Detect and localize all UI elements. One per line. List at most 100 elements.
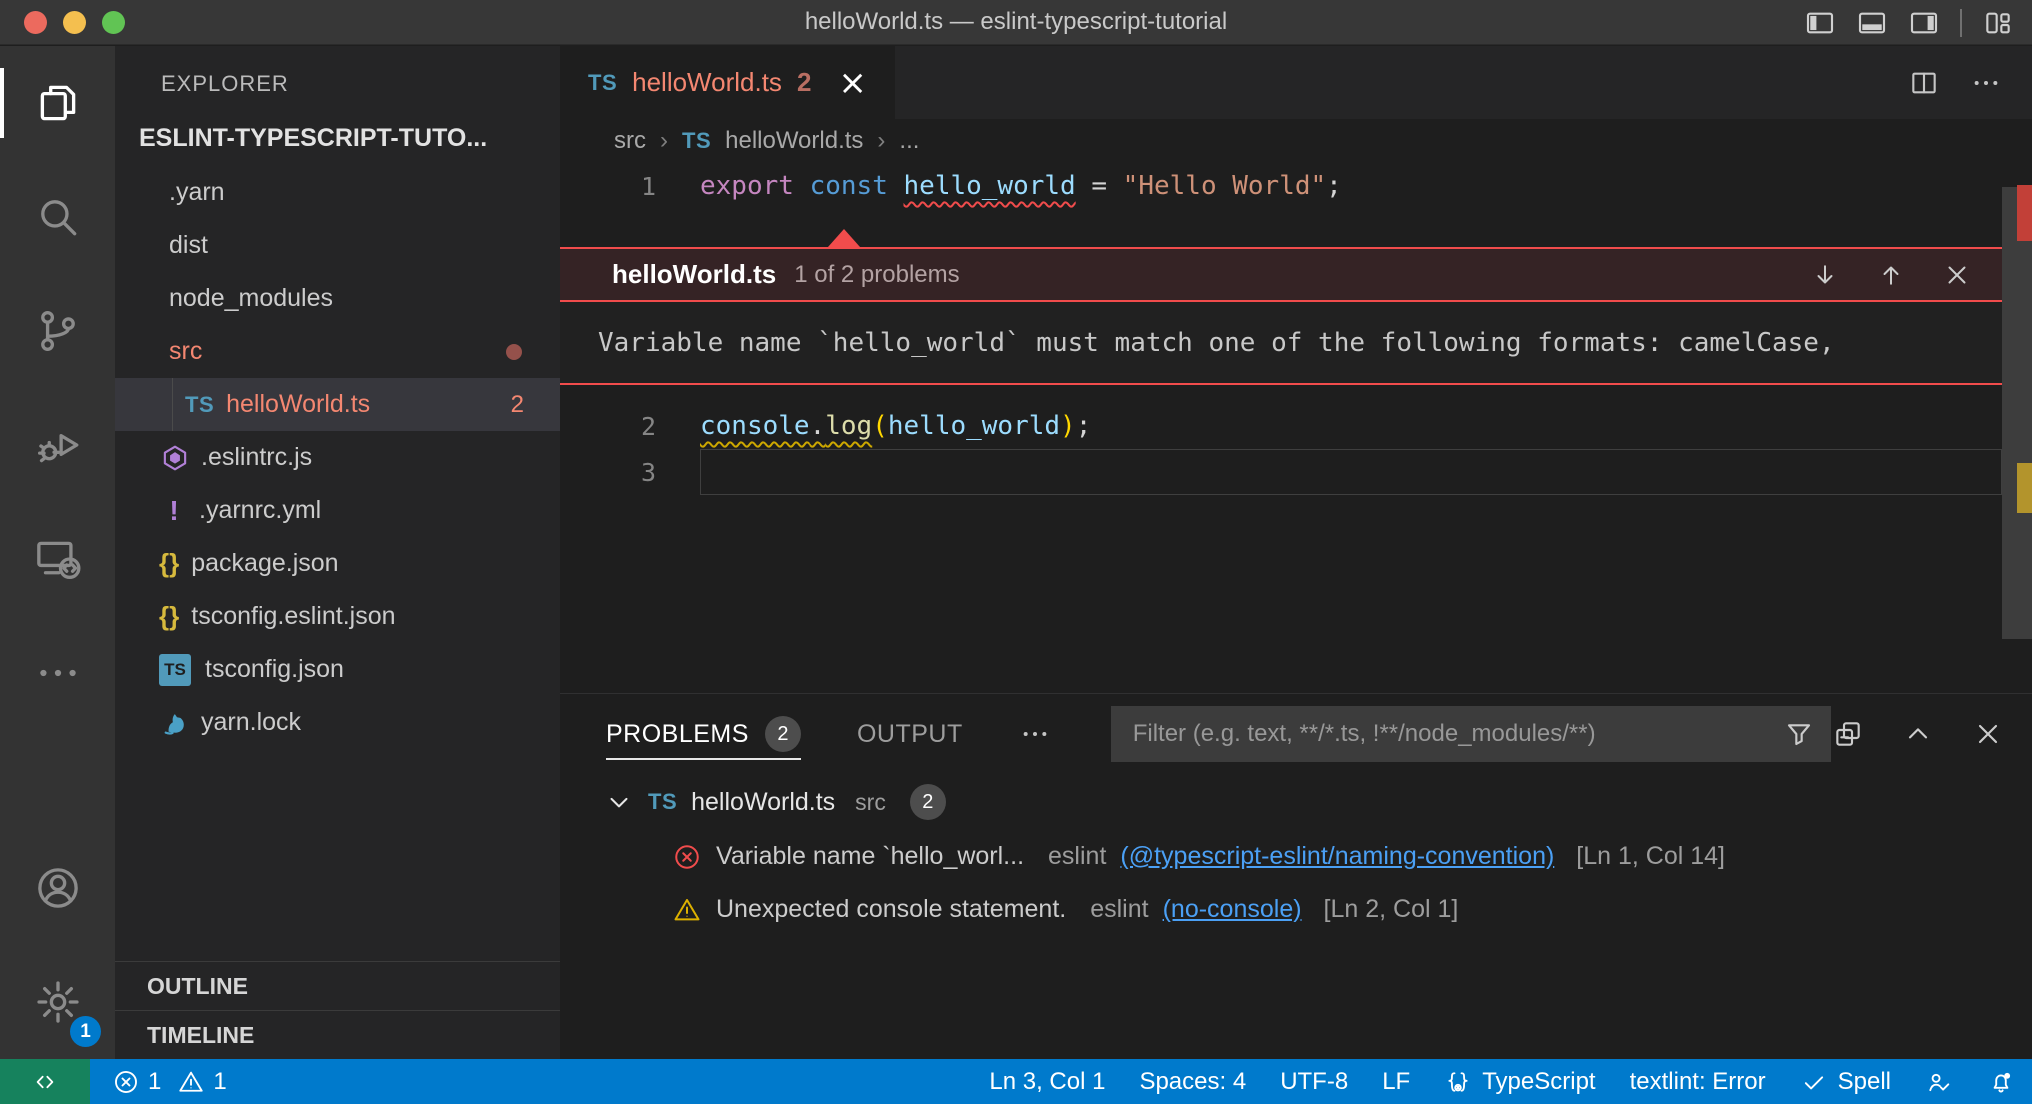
panel-more-tabs-icon[interactable]	[1019, 718, 1051, 750]
filter-icon[interactable]	[1783, 718, 1815, 750]
status-encoding[interactable]: UTF-8	[1263, 1059, 1365, 1104]
source-control-icon	[33, 306, 83, 356]
maximize-panel-icon[interactable]	[1902, 718, 1934, 750]
activity-item-accounts[interactable]	[0, 831, 115, 945]
editor-more-actions-icon[interactable]	[1970, 67, 2002, 99]
toggle-primary-sidebar-icon[interactable]	[1804, 7, 1836, 39]
check-icon	[1800, 1068, 1828, 1096]
tab-helloworld[interactable]: TS helloWorld.ts 2 ×	[560, 46, 895, 119]
code-editor[interactable]: 1export const hello_world = "Hello World…	[560, 163, 2032, 693]
tree-item-helloworld-ts[interactable]: TShelloWorld.ts2	[115, 378, 560, 431]
minimize-window-button[interactable]	[63, 11, 86, 34]
status-eol[interactable]: LF	[1365, 1059, 1427, 1104]
problem-rule-link[interactable]: (no-console)	[1163, 895, 1302, 924]
code-line-3[interactable]: 3	[560, 449, 2032, 495]
code-token: hello_world	[904, 171, 1076, 201]
window-controls	[24, 0, 125, 45]
tree-item-package-json[interactable]: {}package.json	[115, 537, 560, 590]
status-language-mode[interactable]: TypeScript	[1427, 1059, 1612, 1104]
tree-item--yarnrc-yml[interactable]: !.yarnrc.yml	[115, 484, 560, 537]
zoom-window-button[interactable]	[102, 11, 125, 34]
workbench: 1 EXPLORER ESLINT-TYPESCRIPT-TUTO... .ya…	[0, 46, 2032, 1059]
tree-item-yarn-lock[interactable]: yarn.lock	[115, 696, 560, 749]
tree-item--yarn[interactable]: .yarn	[115, 166, 560, 219]
problems-file-group[interactable]: TS helloWorld.ts src 2	[560, 774, 2032, 830]
code-token: hello_world	[888, 411, 1060, 441]
workspace-section-header[interactable]: ESLINT-TYPESCRIPT-TUTO...	[115, 110, 560, 166]
tsconfig-file-icon: TS	[159, 654, 191, 686]
activity-item-explorer[interactable]	[0, 46, 115, 160]
tree-item-tsconfig-json[interactable]: TStsconfig.json	[115, 643, 560, 696]
activity-item-more-views[interactable]	[0, 616, 115, 730]
error-icon	[672, 842, 702, 872]
status-notifications[interactable]	[1970, 1059, 2032, 1104]
search-icon	[33, 192, 83, 242]
remote-indicator[interactable]	[0, 1059, 90, 1104]
close-panel-icon[interactable]	[1972, 718, 2004, 750]
file-label: src	[169, 337, 202, 366]
tab-label: helloWorld.ts	[632, 67, 782, 98]
line-content[interactable]	[700, 449, 2002, 495]
toggle-secondary-sidebar-icon[interactable]	[1908, 7, 1940, 39]
split-editor-icon[interactable]	[1908, 67, 1940, 99]
status-feedback[interactable]	[1908, 1059, 1970, 1104]
problems-status[interactable]: 1 1	[90, 1059, 249, 1104]
panel-tabs: PROBLEMS 2 OUTPUT	[606, 694, 1019, 774]
code-line-2[interactable]: 2console.log(hello_world);	[560, 403, 2032, 449]
remote-explorer-icon	[33, 534, 83, 584]
tree-item-node-modules[interactable]: node_modules	[115, 272, 560, 325]
activity-item-run-and-debug[interactable]	[0, 388, 115, 502]
bell-dot-icon	[1987, 1068, 2015, 1096]
panel-tab-label: PROBLEMS	[606, 720, 749, 749]
code-token: ;	[1076, 411, 1092, 441]
tree-item-dist[interactable]: dist	[115, 219, 560, 272]
warning-count: 1	[213, 1068, 226, 1096]
problem-rule-link[interactable]: (@typescript-eslint/naming-convention)	[1120, 842, 1554, 871]
breadcrumb-item[interactable]: src	[614, 127, 646, 155]
file-label: .yarn	[169, 178, 225, 207]
tab-problem-badge: 2	[797, 67, 811, 98]
panel-tab-badge: 2	[765, 716, 801, 752]
customize-layout-icon[interactable]	[1982, 7, 2014, 39]
code-line-1[interactable]: 1export const hello_world = "Hello World…	[560, 163, 2032, 209]
close-peek-icon[interactable]	[1942, 260, 1972, 290]
scrollbar-thumb[interactable]	[2002, 187, 2032, 639]
overview-warning-mark	[2017, 463, 2032, 513]
tree-item-src[interactable]: src	[115, 325, 560, 378]
status-textlint-status[interactable]: textlint: Error	[1613, 1059, 1783, 1104]
accounts-icon	[33, 863, 83, 913]
problem-row-error[interactable]: Variable name `hello_worl...eslint(@type…	[560, 830, 2032, 883]
next-problem-icon[interactable]	[1810, 260, 1840, 290]
previous-problem-icon[interactable]	[1876, 260, 1906, 290]
problem-count: 2	[511, 391, 524, 419]
views-icon[interactable]	[1832, 718, 1864, 750]
status-spell-checker[interactable]: Spell	[1783, 1059, 1908, 1104]
status-cursor-position[interactable]: Ln 3, Col 1	[972, 1059, 1122, 1104]
toggle-panel-icon[interactable]	[1856, 7, 1888, 39]
sidebar-section-outline[interactable]: OUTLINE	[115, 961, 560, 1010]
breadcrumb-item[interactable]: ...	[899, 127, 919, 155]
sidebar-section-timeline[interactable]: TIMELINE	[115, 1010, 560, 1059]
problem-row-warning[interactable]: Unexpected console statement.eslint(no-c…	[560, 883, 2032, 936]
file-label: tsconfig.eslint.json	[191, 602, 395, 631]
activity-item-search[interactable]	[0, 160, 115, 274]
activity-item-source-control[interactable]	[0, 274, 115, 388]
close-window-button[interactable]	[24, 11, 47, 34]
code-token: ;	[1326, 171, 1342, 201]
panel-tab-label: OUTPUT	[857, 720, 963, 749]
workspace-name: ESLINT-TYPESCRIPT-TUTO...	[139, 124, 487, 153]
tree-item-tsconfig-eslint-json[interactable]: {}tsconfig.eslint.json	[115, 590, 560, 643]
panel-tab-output[interactable]: OUTPUT	[857, 694, 963, 774]
problems-filter-input[interactable]	[1131, 719, 1783, 749]
breadcrumb-item[interactable]: helloWorld.ts	[725, 127, 863, 155]
tab-close-icon[interactable]: ×	[838, 66, 867, 100]
panel-tab-problems[interactable]: PROBLEMS 2	[606, 694, 801, 774]
activity-item-remote-explorer[interactable]	[0, 502, 115, 616]
line-content[interactable]: export const hello_world = "Hello World"…	[700, 163, 2002, 209]
status-label: TypeScript	[1482, 1068, 1595, 1096]
line-content[interactable]: console.log(hello_world);	[700, 403, 2002, 449]
activity-bar-bottom: 1	[0, 831, 115, 1059]
activity-item-settings[interactable]: 1	[0, 945, 115, 1059]
status-indentation[interactable]: Spaces: 4	[1122, 1059, 1263, 1104]
tree-item--eslintrc-js[interactable]: .eslintrc.js	[115, 431, 560, 484]
